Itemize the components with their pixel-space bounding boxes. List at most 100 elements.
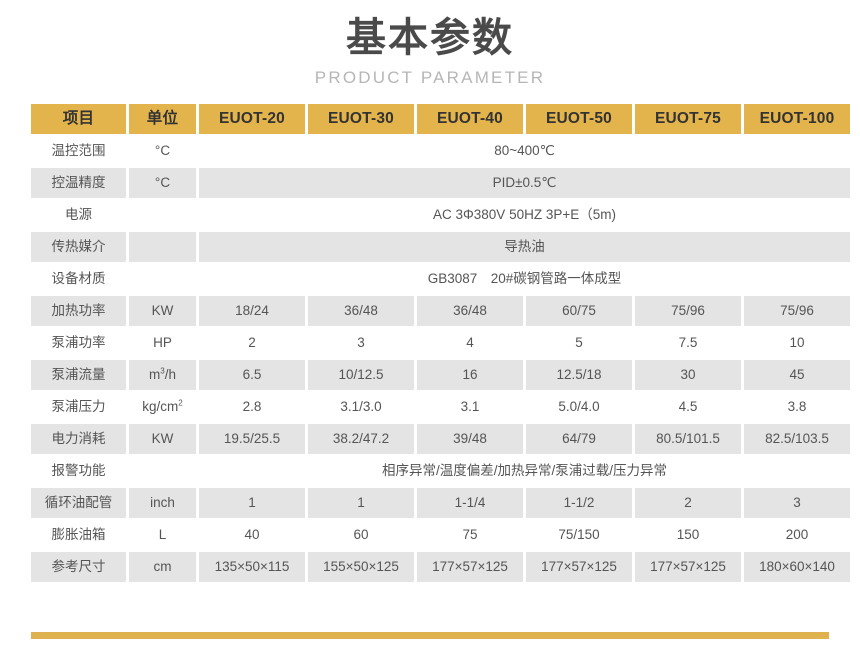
row-unit: °C <box>129 168 196 198</box>
table-row: 传热媒介 导热油 <box>31 232 850 262</box>
table-header-row: 项目 单位 EUOT-20 EUOT-30 EUOT-40 EUOT-50 EUOT-75 E… <box>31 104 850 134</box>
row-merged-value: 80~400℃ <box>199 136 850 166</box>
row-value: 40 <box>199 520 305 550</box>
row-value: 3.1/3.0 <box>308 392 414 422</box>
table-row: 泵浦功率 HP 2 3 4 5 7.5 10 <box>31 328 850 358</box>
row-label: 泵浦功率 <box>31 328 126 358</box>
table-header-item: 项目 <box>31 104 126 134</box>
row-value: 177×57×125 <box>526 552 632 582</box>
table-row: 泵浦压力 kg/cm2 2.8 3.1/3.0 3.1 5.0/4.0 4.5 3.8 <box>31 392 850 422</box>
table-header-m20: EUOT-20 <box>199 104 305 134</box>
product-parameter-table: 项目 单位 EUOT-20 EUOT-30 EUOT-40 EUOT-50 EUOT-75 E… <box>28 102 853 584</box>
row-unit: cm <box>129 552 196 582</box>
product-parameter-page: 基本参数 PRODUCT PARAMETER 项目 单位 EUOT-20 EUOT-3… <box>0 0 860 647</box>
row-value: 60 <box>308 520 414 550</box>
row-value: 3 <box>308 328 414 358</box>
row-value: 200 <box>744 520 850 550</box>
table-header-unit: 单位 <box>129 104 196 134</box>
row-merged-value: 相序异常/温度偏差/加热异常/泵浦过载/压力异常 <box>199 456 850 486</box>
row-value: 177×57×125 <box>635 552 741 582</box>
row-unit: inch <box>129 488 196 518</box>
row-value: 5.0/4.0 <box>526 392 632 422</box>
row-value: 30 <box>635 360 741 390</box>
table-header-m30: EUOT-30 <box>308 104 414 134</box>
table-row: 泵浦流量 m3/h 6.5 10/12.5 16 12.5/18 30 45 <box>31 360 850 390</box>
page-subtitle: PRODUCT PARAMETER <box>314 68 546 87</box>
row-value: 155×50×125 <box>308 552 414 582</box>
row-merged-value: PID±0.5℃ <box>199 168 850 198</box>
row-value: 1-1/4 <box>417 488 523 518</box>
row-label: 参考尺寸 <box>31 552 126 582</box>
row-value: 3.8 <box>744 392 850 422</box>
row-value: 1 <box>199 488 305 518</box>
row-label: 电源 <box>31 200 126 230</box>
row-unit: m3/h <box>129 360 196 390</box>
row-value: 36/48 <box>417 296 523 326</box>
row-value: 80.5/101.5 <box>635 424 741 454</box>
table-head: 项目 单位 EUOT-20 EUOT-30 EUOT-40 EUOT-50 EUOT-75 E… <box>31 104 850 134</box>
row-label: 泵浦流量 <box>31 360 126 390</box>
table-header-m50: EUOT-50 <box>526 104 632 134</box>
row-value: 5 <box>526 328 632 358</box>
row-merged-value: 导热油 <box>199 232 850 262</box>
table-row: 电源 AC 3Φ380V 50HZ 3P+E（5m) <box>31 200 850 230</box>
row-label: 设备材质 <box>31 264 126 294</box>
row-label: 泵浦压力 <box>31 392 126 422</box>
row-label: 循环油配管 <box>31 488 126 518</box>
row-value: 82.5/103.5 <box>744 424 850 454</box>
row-value: 180×60×140 <box>744 552 850 582</box>
row-value: 75 <box>417 520 523 550</box>
row-value: 64/79 <box>526 424 632 454</box>
table-header-m100: EUOT-100 <box>744 104 850 134</box>
row-unit: kg/cm2 <box>129 392 196 422</box>
bottom-accent-bar <box>31 632 829 639</box>
row-value: 75/150 <box>526 520 632 550</box>
row-value: 60/75 <box>526 296 632 326</box>
table-body: 温控范围 °C 80~400℃ 控温精度 °C PID±0.5℃ 电源 AC 3Φ380V 5… <box>31 136 850 582</box>
row-value: 75/96 <box>744 296 850 326</box>
row-value: 3 <box>744 488 850 518</box>
row-value: 10/12.5 <box>308 360 414 390</box>
row-value: 2 <box>635 488 741 518</box>
row-value: 38.2/47.2 <box>308 424 414 454</box>
row-value: 1-1/2 <box>526 488 632 518</box>
row-value: 3.1 <box>417 392 523 422</box>
table-row: 设备材质 GB3087 20#碳钢管路一体成型 <box>31 264 850 294</box>
row-value: 4.5 <box>635 392 741 422</box>
row-unit <box>129 264 196 294</box>
row-value: 135×50×115 <box>199 552 305 582</box>
row-unit: L <box>129 520 196 550</box>
row-value: 2 <box>199 328 305 358</box>
row-value: 2.8 <box>199 392 305 422</box>
table-row: 温控范围 °C 80~400℃ <box>31 136 850 166</box>
row-label: 报警功能 <box>31 456 126 486</box>
row-value: 12.5/18 <box>526 360 632 390</box>
table-row: 电力消耗 KW 19.5/25.5 38.2/47.2 39/48 64/79 80.5/1… <box>31 424 850 454</box>
row-value: 1 <box>308 488 414 518</box>
row-unit: °C <box>129 136 196 166</box>
row-value: 75/96 <box>635 296 741 326</box>
row-unit: HP <box>129 328 196 358</box>
row-label: 加热功率 <box>31 296 126 326</box>
row-unit: KW <box>129 424 196 454</box>
row-unit <box>129 232 196 262</box>
row-value: 19.5/25.5 <box>199 424 305 454</box>
row-unit <box>129 200 196 230</box>
row-label: 传热媒介 <box>31 232 126 262</box>
row-value: 4 <box>417 328 523 358</box>
spec-table-container: 项目 单位 EUOT-20 EUOT-30 EUOT-40 EUOT-50 EUOT-75 E… <box>31 104 850 582</box>
table-row: 加热功率 KW 18/24 36/48 36/48 60/75 75/96 75/96 <box>31 296 850 326</box>
row-value: 10 <box>744 328 850 358</box>
row-merged-value: GB3087 20#碳钢管路一体成型 <box>199 264 850 294</box>
row-label: 控温精度 <box>31 168 126 198</box>
row-value: 6.5 <box>199 360 305 390</box>
row-label: 膨胀油箱 <box>31 520 126 550</box>
table-header-m40: EUOT-40 <box>417 104 523 134</box>
row-merged-value: AC 3Φ380V 50HZ 3P+E（5m) <box>199 200 850 230</box>
row-value: 150 <box>635 520 741 550</box>
table-row: 报警功能 相序异常/温度偏差/加热异常/泵浦过载/压力异常 <box>31 456 850 486</box>
row-label: 温控范围 <box>31 136 126 166</box>
row-value: 39/48 <box>417 424 523 454</box>
page-title: 基本参数 <box>346 16 514 60</box>
row-label: 电力消耗 <box>31 424 126 454</box>
